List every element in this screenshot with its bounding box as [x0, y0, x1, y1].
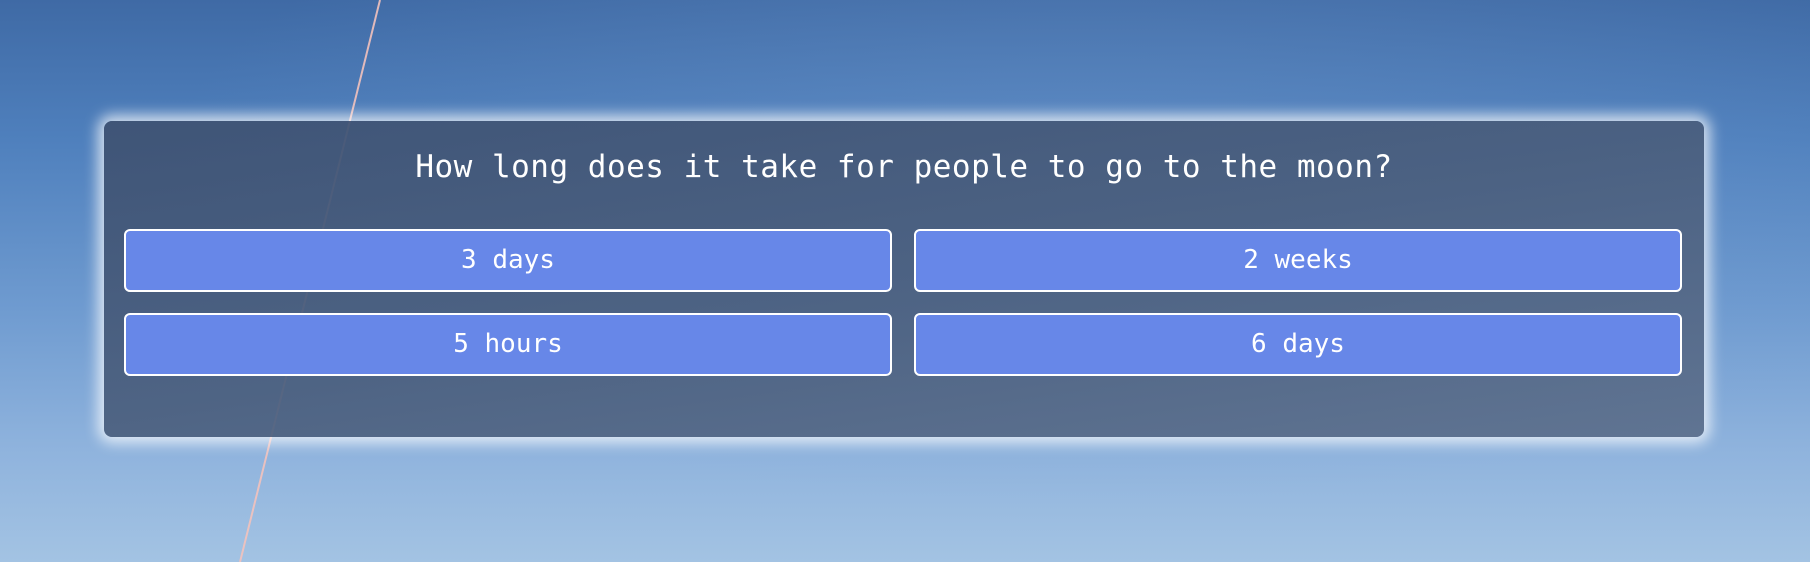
answer-button-2[interactable]: 2 weeks [914, 229, 1682, 292]
question-text: How long does it take for people to go t… [415, 149, 1393, 185]
answer-button-4[interactable]: 6 days [914, 313, 1682, 376]
answer-button-3[interactable]: 5 hours [124, 313, 892, 376]
quiz-card: How long does it take for people to go t… [104, 121, 1704, 437]
answer-button-1[interactable]: 3 days [124, 229, 892, 292]
